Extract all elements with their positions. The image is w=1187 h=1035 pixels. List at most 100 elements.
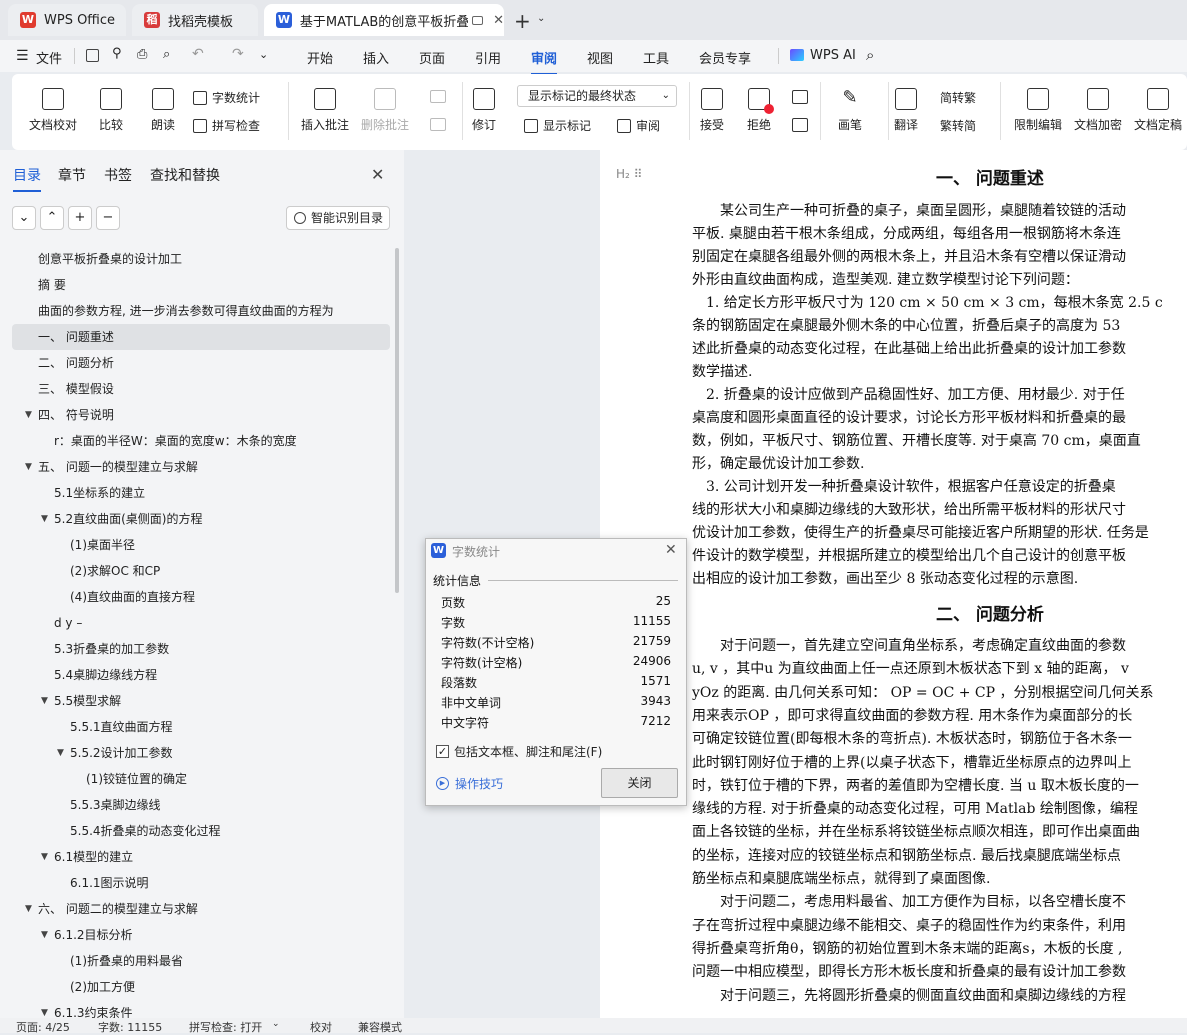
review-pane-button[interactable]: 审阅 xyxy=(617,117,660,134)
chevron-down-icon[interactable]: ▼ xyxy=(25,454,32,480)
compare-button[interactable]: 比较 xyxy=(99,88,123,133)
expand-up-button[interactable]: ⌃ xyxy=(40,206,64,230)
chevron-down-icon[interactable]: ▼ xyxy=(41,844,48,870)
revise-button[interactable]: 修订 xyxy=(472,88,496,133)
toc-item[interactable]: 5.5.1直纹曲面方程 xyxy=(0,714,404,740)
toc-item[interactable]: ▼ 6.1.2目标分析 xyxy=(0,922,404,948)
menu-tools[interactable]: 工具 xyxy=(643,48,669,67)
share-icon[interactable]: ⚲ xyxy=(112,46,122,61)
collapse-button[interactable]: ⌄ xyxy=(12,206,36,230)
screen-icon[interactable] xyxy=(472,15,484,25)
include-notes-checkbox[interactable]: ✓ 包括文本框、脚注和尾注(F) xyxy=(436,743,602,760)
toc-item[interactable]: 5.5.3桌脚边缘线 xyxy=(0,792,404,818)
show-markup-button[interactable]: 显示标记 xyxy=(524,117,591,134)
tab-wps-office[interactable]: W WPS Office xyxy=(8,4,126,36)
chevron-down-icon[interactable]: ⌄ xyxy=(272,1019,280,1029)
close-icon[interactable]: ✕ xyxy=(665,542,677,558)
toc-item[interactable]: (1)折叠桌的用料最省 xyxy=(0,948,404,974)
translate-button[interactable]: 翻译 xyxy=(894,88,918,133)
encrypt-button[interactable]: 文档加密 xyxy=(1074,88,1122,133)
add-heading-button[interactable]: + xyxy=(68,206,92,230)
hamburger-icon[interactable]: ☰ xyxy=(16,48,29,64)
menu-view[interactable]: 视图 xyxy=(587,48,613,67)
close-icon[interactable]: ✕ xyxy=(493,13,504,28)
prev-change-icon[interactable] xyxy=(792,90,808,104)
more-icon[interactable]: ⌄ xyxy=(259,48,268,61)
close-icon[interactable]: ✕ xyxy=(371,165,384,184)
delete-comment-button[interactable]: 删除批注 xyxy=(361,88,409,133)
menu-wps-ai[interactable]: WPS AI xyxy=(810,48,856,63)
toc-item[interactable]: ▼ 5.5.2设计加工参数 xyxy=(0,740,404,766)
menu-references[interactable]: 引用 xyxy=(475,48,501,67)
menu-file[interactable]: 文件 xyxy=(36,48,62,67)
toc-item[interactable]: 创意平板折叠桌的设计加工 xyxy=(0,246,404,272)
chevron-down-icon[interactable]: ▼ xyxy=(57,740,64,766)
tab-document[interactable]: W 基于MATLAB的创意平板折叠 ✕ xyxy=(264,4,504,36)
tips-link[interactable]: ▶ 操作技巧 xyxy=(436,775,503,792)
undo-icon[interactable]: ↶ xyxy=(192,46,204,62)
toc-item[interactable]: ▼ 六、 问题二的模型建立与求解 xyxy=(0,896,404,922)
next-comment-icon[interactable] xyxy=(430,118,446,131)
pen-button[interactable]: ✎ 画笔 xyxy=(838,88,862,133)
heading-marker-icon[interactable]: H₂ ⠿ xyxy=(616,167,642,181)
toc-item[interactable]: 5.5.4折叠桌的动态变化过程 xyxy=(0,818,404,844)
trad-to-simp-button[interactable]: 繁转简 xyxy=(940,117,976,134)
toc-item[interactable]: (4)直纹曲面的直接方程 xyxy=(0,584,404,610)
accept-button[interactable]: 接受 xyxy=(700,88,724,133)
chevron-down-icon[interactable]: ▼ xyxy=(41,506,48,532)
spell-check-button[interactable]: 拼写检查 xyxy=(193,117,260,134)
restrict-edit-button[interactable]: 限制编辑 xyxy=(1014,88,1062,133)
print-icon[interactable]: ⎙ xyxy=(137,47,147,62)
toc-item[interactable]: d y – xyxy=(0,610,404,636)
new-tab-button[interactable]: + xyxy=(514,9,531,33)
chevron-down-icon[interactable]: ▼ xyxy=(25,896,32,922)
toc-item[interactable]: (1)桌面半径 xyxy=(0,532,404,558)
smart-toc-button[interactable]: 智能识别目录 xyxy=(286,206,390,230)
finalize-button[interactable]: 文档定稿 xyxy=(1134,88,1182,133)
toc-item[interactable]: 5.3折叠桌的加工参数 xyxy=(0,636,404,662)
toc-item[interactable]: 5.1坐标系的建立 xyxy=(0,480,404,506)
toc-item[interactable]: ▼ 5.5模型求解 xyxy=(0,688,404,714)
toc-item[interactable]: 二、 问题分析 xyxy=(0,350,404,376)
toc-item[interactable]: (2)求解OC 和CP xyxy=(0,558,404,584)
remove-heading-button[interactable]: − xyxy=(96,206,120,230)
toc-item[interactable]: 5.4桌脚边缘线方程 xyxy=(0,662,404,688)
tab-sections[interactable]: 章节 xyxy=(58,165,86,185)
toc-item[interactable]: ▼ 五、 问题一的模型建立与求解 xyxy=(0,454,404,480)
redo-icon[interactable]: ↷ xyxy=(232,46,244,62)
document-page[interactable]: H₂ ⠿ 一、 问题重述 某公司生产一种可折叠的桌子，桌面呈圆形，桌腿随着铰链的… xyxy=(600,150,1187,1018)
toc-item[interactable]: ▼ 5.2直纹曲面(桌侧面)的方程 xyxy=(0,506,404,532)
toc-item[interactable]: 一、 问题重述 xyxy=(12,324,390,350)
tab-bookmarks[interactable]: 书签 xyxy=(104,165,132,185)
toc-item[interactable]: 三、 模型假设 xyxy=(0,376,404,402)
tab-find-replace[interactable]: 查找和替换 xyxy=(150,165,220,185)
tab-docer[interactable]: 稻 找稻壳模板 xyxy=(132,4,258,36)
doc-check-button[interactable]: 文档校对 xyxy=(29,88,77,133)
read-aloud-button[interactable]: 朗读 xyxy=(151,88,175,133)
menu-home[interactable]: 开始 xyxy=(307,48,333,67)
tab-toc[interactable]: 目录 xyxy=(13,165,41,192)
menu-review[interactable]: 审阅 xyxy=(531,48,558,75)
prev-comment-icon[interactable] xyxy=(430,90,446,103)
print-preview-icon[interactable]: ⌕ xyxy=(163,47,170,62)
toc-item[interactable]: (2)加工方便 xyxy=(0,974,404,1000)
reject-button[interactable]: 拒绝 xyxy=(747,88,774,133)
menu-insert[interactable]: 插入 xyxy=(363,48,389,67)
toc-item[interactable]: 摘 要 xyxy=(0,272,404,298)
word-count-button[interactable]: 字数统计 xyxy=(193,89,260,106)
chevron-down-icon[interactable]: ⌄ xyxy=(537,13,545,24)
simp-to-trad-button[interactable]: 简转繁 xyxy=(940,89,976,106)
save-icon[interactable] xyxy=(86,49,99,62)
menu-page[interactable]: 页面 xyxy=(419,48,445,67)
toc-item[interactable]: (1)铰链位置的确定 xyxy=(0,766,404,792)
toc-item[interactable]: 6.1.1图示说明 xyxy=(0,870,404,896)
search-icon[interactable]: ⌕ xyxy=(866,46,874,64)
markup-state-select[interactable]: 显示标记的最终状态 ⌄ xyxy=(517,85,677,107)
chevron-down-icon[interactable]: ▼ xyxy=(41,688,48,714)
close-button[interactable]: 关闭 xyxy=(601,768,678,798)
toc-item[interactable]: ▼ 6.1模型的建立 xyxy=(0,844,404,870)
chevron-down-icon[interactable]: ▼ xyxy=(41,922,48,948)
toc-item[interactable]: r：桌面的半径W：桌面的宽度w：木条的宽度 xyxy=(0,428,404,454)
toc-item[interactable]: ▼ 四、 符号说明 xyxy=(0,402,404,428)
menu-membership[interactable]: 会员专享 xyxy=(699,48,751,67)
